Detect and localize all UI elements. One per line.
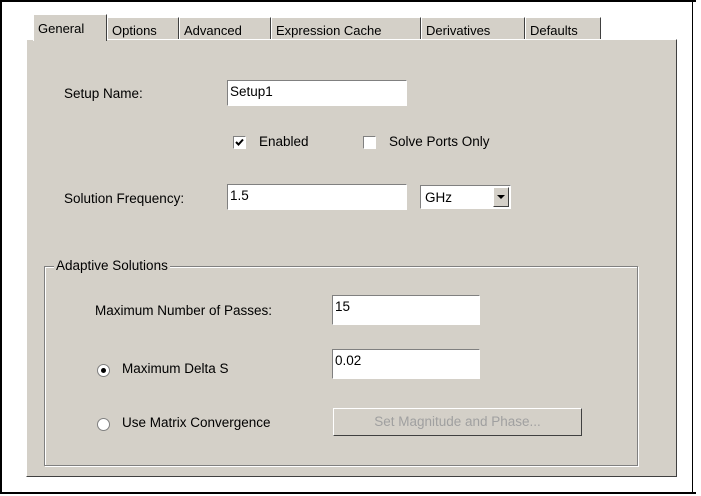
max-delta-s-input[interactable]: 0.02 [332,349,480,379]
tab-options-label: Options [112,23,157,38]
max-passes-label: Maximum Number of Passes: [95,303,273,318]
checkmark-icon [235,138,244,146]
tab-general-label: General [38,21,85,36]
tab-advanced[interactable]: Advanced [179,17,271,41]
enabled-checkbox[interactable] [233,136,246,149]
max-passes-value: 15 [335,299,351,314]
set-magnitude-phase-label: Set Magnitude and Phase... [374,414,541,429]
tab-general[interactable]: General [33,14,107,41]
tab-options[interactable]: Options [107,17,179,41]
max-passes-input[interactable]: 15 [332,295,480,325]
frequency-unit-select[interactable]: GHz [420,185,511,209]
matrix-convergence-radio[interactable] [97,418,110,431]
solve-ports-only-checkbox[interactable] [363,136,376,149]
solve-ports-only-label: Solve Ports Only [389,134,490,149]
solution-frequency-label: Solution Frequency: [64,191,185,206]
tab-expression-cache-label: Expression Cache [276,23,382,38]
frequency-unit-value: GHz [425,190,452,205]
setup-name-value: Setup1 [230,84,273,99]
enabled-label: Enabled [259,134,309,149]
tab-expression-cache[interactable]: Expression Cache [271,17,421,41]
setup-name-input[interactable]: Setup1 [227,80,407,106]
frame-right-edge [692,0,693,494]
setup-name-label: Setup Name: [64,86,143,101]
max-delta-s-radio[interactable] [97,364,110,377]
tab-defaults-label: Defaults [530,23,578,38]
set-magnitude-phase-button[interactable]: Set Magnitude and Phase... [333,408,582,436]
tab-defaults[interactable]: Defaults [525,17,601,41]
solution-frequency-input[interactable]: 1.5 [227,184,407,210]
frequency-unit-dropdown-button[interactable] [493,187,509,207]
matrix-convergence-label: Use Matrix Convergence [122,415,271,430]
radio-selected-dot [101,368,106,373]
chevron-down-icon [497,195,505,199]
max-delta-s-label: Maximum Delta S [122,361,229,376]
tab-derivatives-label: Derivatives [426,23,491,38]
tab-advanced-label: Advanced [184,23,242,38]
solution-frequency-value: 1.5 [230,188,249,203]
tab-derivatives[interactable]: Derivatives [421,17,525,41]
adaptive-solutions-title: Adaptive Solutions [54,258,170,273]
max-delta-s-value: 0.02 [335,353,362,368]
